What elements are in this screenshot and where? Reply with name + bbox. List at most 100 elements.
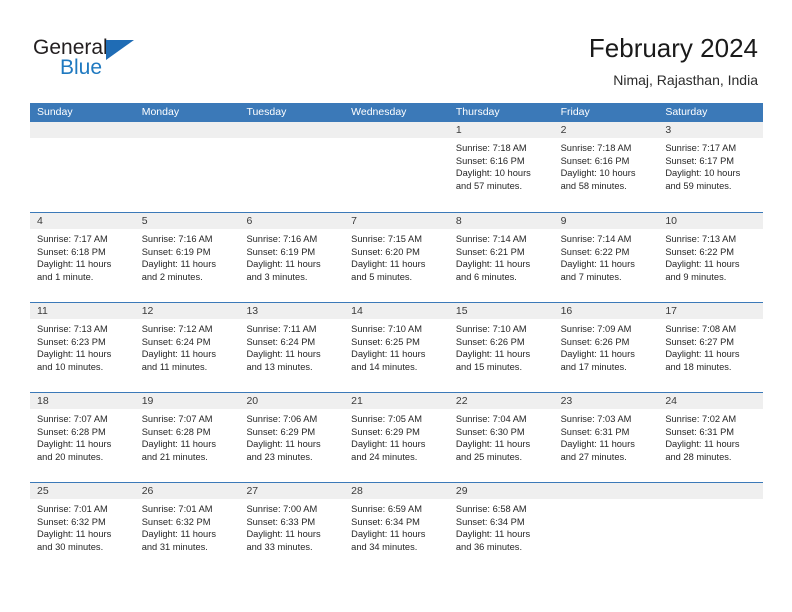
weekday-header-monday: Monday xyxy=(141,106,180,118)
day-details: Sunrise: 7:02 AM Sunset: 6:31 PM Daylight:… xyxy=(658,409,763,463)
calendar-day-cell[interactable]: 29 Sunrise: 6:58 AM Sunset: 6:34 PM Dayligh… xyxy=(448,483,554,572)
calendar-day-cell[interactable]: 20 Sunrise: 7:06 AM Sunset: 6:29 PM Dayligh… xyxy=(239,393,345,482)
daylight-duration-line1: Daylight: 11 hours xyxy=(455,349,531,360)
calendar-day-cell[interactable]: 25 Sunrise: 7:01 AM Sunset: 6:32 PM Dayligh… xyxy=(30,483,135,572)
day-number: 24 xyxy=(658,393,764,409)
day-details: Sunrise: 7:13 AM Sunset: 6:22 PM Daylight:… xyxy=(658,229,763,283)
calendar-day-cell[interactable]: 16 Sunrise: 7:09 AM Sunset: 6:26 PM Dayligh… xyxy=(553,303,659,392)
weekday-header-wednesday: Wednesday xyxy=(351,106,407,118)
calendar-day-cell[interactable]: 27 Sunrise: 7:00 AM Sunset: 6:33 PM Dayligh… xyxy=(239,483,345,572)
calendar-day-cell[interactable]: 9 Sunrise: 7:14 AM Sunset: 6:22 PM Daylight… xyxy=(553,213,659,302)
sunset-time: Sunset: 6:34 PM xyxy=(455,516,525,527)
calendar-day-cell-empty xyxy=(30,122,135,212)
calendar-day-cell[interactable]: 12 Sunrise: 7:12 AM Sunset: 6:24 PM Dayligh… xyxy=(134,303,240,392)
daylight-duration-line1: Daylight: 10 hours xyxy=(665,168,741,179)
sunset-time: Sunset: 6:33 PM xyxy=(246,516,316,527)
sunset-time: Sunset: 6:26 PM xyxy=(455,336,525,347)
calendar-day-cell[interactable]: 15 Sunrise: 7:10 AM Sunset: 6:26 PM Dayligh… xyxy=(448,303,554,392)
calendar-day-cell[interactable]: 2 Sunrise: 7:18 AM Sunset: 6:16 PM Daylight… xyxy=(553,122,659,212)
day-details: Sunrise: 7:18 AM Sunset: 6:16 PM Daylight:… xyxy=(554,138,659,192)
calendar-day-cell[interactable]: 6 Sunrise: 7:16 AM Sunset: 6:19 PM Daylight… xyxy=(239,213,345,302)
day-details: Sunrise: 7:06 AM Sunset: 6:29 PM Daylight:… xyxy=(239,409,344,463)
day-details: Sunrise: 7:14 AM Sunset: 6:21 PM Daylight:… xyxy=(449,229,554,283)
day-number: 5 xyxy=(134,213,240,229)
day-details: Sunrise: 7:01 AM Sunset: 6:32 PM Daylight:… xyxy=(135,499,240,553)
sunset-time: Sunset: 6:23 PM xyxy=(37,336,106,347)
sunset-time: Sunset: 6:27 PM xyxy=(665,336,735,347)
calendar-day-cell[interactable]: 28 Sunrise: 6:59 AM Sunset: 6:34 PM Dayligh… xyxy=(344,483,449,572)
sunrise-time: Sunrise: 7:14 AM xyxy=(560,234,632,244)
calendar-day-cell[interactable]: 24 Sunrise: 7:02 AM Sunset: 6:31 PM Dayligh… xyxy=(658,393,764,482)
sunrise-time: Sunrise: 7:03 AM xyxy=(560,414,632,424)
daylight-duration-line2: and 6 minutes. xyxy=(455,271,517,282)
daylight-duration-line1: Daylight: 11 hours xyxy=(351,259,426,270)
day-number: 15 xyxy=(448,303,554,319)
calendar-day-cell[interactable]: 13 Sunrise: 7:11 AM Sunset: 6:24 PM Dayligh… xyxy=(239,303,345,392)
day-number: 9 xyxy=(553,213,659,229)
calendar-day-cell-empty xyxy=(344,122,449,212)
sunset-time: Sunset: 6:19 PM xyxy=(141,246,211,257)
calendar-day-cell[interactable]: 18 Sunrise: 7:07 AM Sunset: 6:28 PM Dayligh… xyxy=(30,393,135,482)
day-details: Sunrise: 7:08 AM Sunset: 6:27 PM Daylight:… xyxy=(658,319,763,373)
day-number: 22 xyxy=(448,393,554,409)
sunset-time: Sunset: 6:30 PM xyxy=(455,426,525,437)
sunrise-time: Sunrise: 7:18 AM xyxy=(560,143,632,153)
calendar-day-cell[interactable]: 21 Sunrise: 7:05 AM Sunset: 6:29 PM Dayligh… xyxy=(344,393,449,482)
sunrise-time: Sunrise: 7:13 AM xyxy=(37,324,108,334)
calendar-day-cell[interactable]: 11 Sunrise: 7:13 AM Sunset: 6:23 PM Dayligh… xyxy=(30,303,135,392)
calendar-week-row: 25 Sunrise: 7:01 AM Sunset: 6:32 PM Dayligh… xyxy=(30,482,764,572)
day-number xyxy=(658,483,764,499)
calendar-day-cell[interactable]: 10 Sunrise: 7:13 AM Sunset: 6:22 PM Dayligh… xyxy=(658,213,764,302)
day-details: Sunrise: 7:16 AM Sunset: 6:19 PM Daylight:… xyxy=(239,229,344,283)
sunrise-time: Sunrise: 7:12 AM xyxy=(141,324,213,334)
sunrise-time: Sunrise: 7:13 AM xyxy=(665,234,737,244)
day-details: Sunrise: 7:00 AM Sunset: 6:33 PM Daylight:… xyxy=(239,499,344,553)
daylight-duration-line2: and 18 minutes. xyxy=(665,361,732,372)
sunrise-time: Sunrise: 7:05 AM xyxy=(351,414,422,424)
day-details: Sunrise: 7:10 AM Sunset: 6:25 PM Daylight:… xyxy=(344,319,449,373)
daylight-duration-line2: and 10 minutes. xyxy=(37,361,104,372)
day-number xyxy=(30,122,135,138)
daylight-duration-line2: and 58 minutes. xyxy=(560,180,627,191)
sunrise-time: Sunrise: 7:04 AM xyxy=(455,414,527,424)
calendar-day-cell[interactable]: 19 Sunrise: 7:07 AM Sunset: 6:28 PM Dayligh… xyxy=(134,393,240,482)
calendar-day-cell[interactable]: 7 Sunrise: 7:15 AM Sunset: 6:20 PM Daylight… xyxy=(344,213,449,302)
daylight-duration-line2: and 34 minutes. xyxy=(351,541,418,552)
day-number: 28 xyxy=(344,483,449,499)
sunset-time: Sunset: 6:32 PM xyxy=(141,516,211,527)
daylight-duration-line2: and 5 minutes. xyxy=(351,271,413,282)
sunset-time: Sunset: 6:18 PM xyxy=(37,246,106,257)
calendar-day-cell[interactable]: 26 Sunrise: 7:01 AM Sunset: 6:32 PM Dayligh… xyxy=(134,483,240,572)
calendar-day-cell[interactable]: 5 Sunrise: 7:16 AM Sunset: 6:19 PM Daylight… xyxy=(134,213,240,302)
daylight-duration-line2: and 28 minutes. xyxy=(665,451,732,462)
daylight-duration-line1: Daylight: 11 hours xyxy=(37,439,112,450)
weekday-header-tuesday: Tuesday xyxy=(246,106,287,118)
calendar-day-cell[interactable]: 23 Sunrise: 7:03 AM Sunset: 6:31 PM Dayligh… xyxy=(553,393,659,482)
day-number: 14 xyxy=(344,303,449,319)
sunset-time: Sunset: 6:31 PM xyxy=(560,426,630,437)
sunset-time: Sunset: 6:16 PM xyxy=(455,155,525,166)
sunrise-time: Sunrise: 7:16 AM xyxy=(141,234,213,244)
sunset-time: Sunset: 6:16 PM xyxy=(560,155,630,166)
calendar-day-cell-empty xyxy=(553,483,659,572)
brand-logo[interactable]: General Blue xyxy=(33,36,193,86)
sunrise-time: Sunrise: 7:14 AM xyxy=(455,234,527,244)
calendar-day-cell[interactable]: 4 Sunrise: 7:17 AM Sunset: 6:18 PM Daylight… xyxy=(30,213,135,302)
daylight-duration-line1: Daylight: 11 hours xyxy=(665,259,740,270)
calendar-day-cell[interactable]: 22 Sunrise: 7:04 AM Sunset: 6:30 PM Dayligh… xyxy=(448,393,554,482)
daylight-duration-line1: Daylight: 11 hours xyxy=(37,259,112,270)
daylight-duration-line1: Daylight: 11 hours xyxy=(141,259,216,270)
sunset-time: Sunset: 6:29 PM xyxy=(351,426,420,437)
calendar-day-cell-empty xyxy=(658,483,764,572)
daylight-duration-line2: and 17 minutes. xyxy=(560,361,627,372)
calendar-day-cell[interactable]: 17 Sunrise: 7:08 AM Sunset: 6:27 PM Dayligh… xyxy=(658,303,764,392)
sunset-time: Sunset: 6:19 PM xyxy=(246,246,316,257)
calendar-day-cell[interactable]: 1 Sunrise: 7:18 AM Sunset: 6:16 PM Daylight… xyxy=(448,122,554,212)
calendar-day-cell[interactable]: 8 Sunrise: 7:14 AM Sunset: 6:21 PM Daylight… xyxy=(448,213,554,302)
day-number: 20 xyxy=(239,393,345,409)
daylight-duration-line1: Daylight: 11 hours xyxy=(246,349,321,360)
daylight-duration-line1: Daylight: 10 hours xyxy=(560,168,636,179)
day-details: Sunrise: 7:10 AM Sunset: 6:26 PM Daylight:… xyxy=(449,319,554,373)
calendar-day-cell[interactable]: 14 Sunrise: 7:10 AM Sunset: 6:25 PM Dayligh… xyxy=(344,303,449,392)
calendar-day-cell[interactable]: 3 Sunrise: 7:17 AM Sunset: 6:17 PM Daylight… xyxy=(658,122,764,212)
